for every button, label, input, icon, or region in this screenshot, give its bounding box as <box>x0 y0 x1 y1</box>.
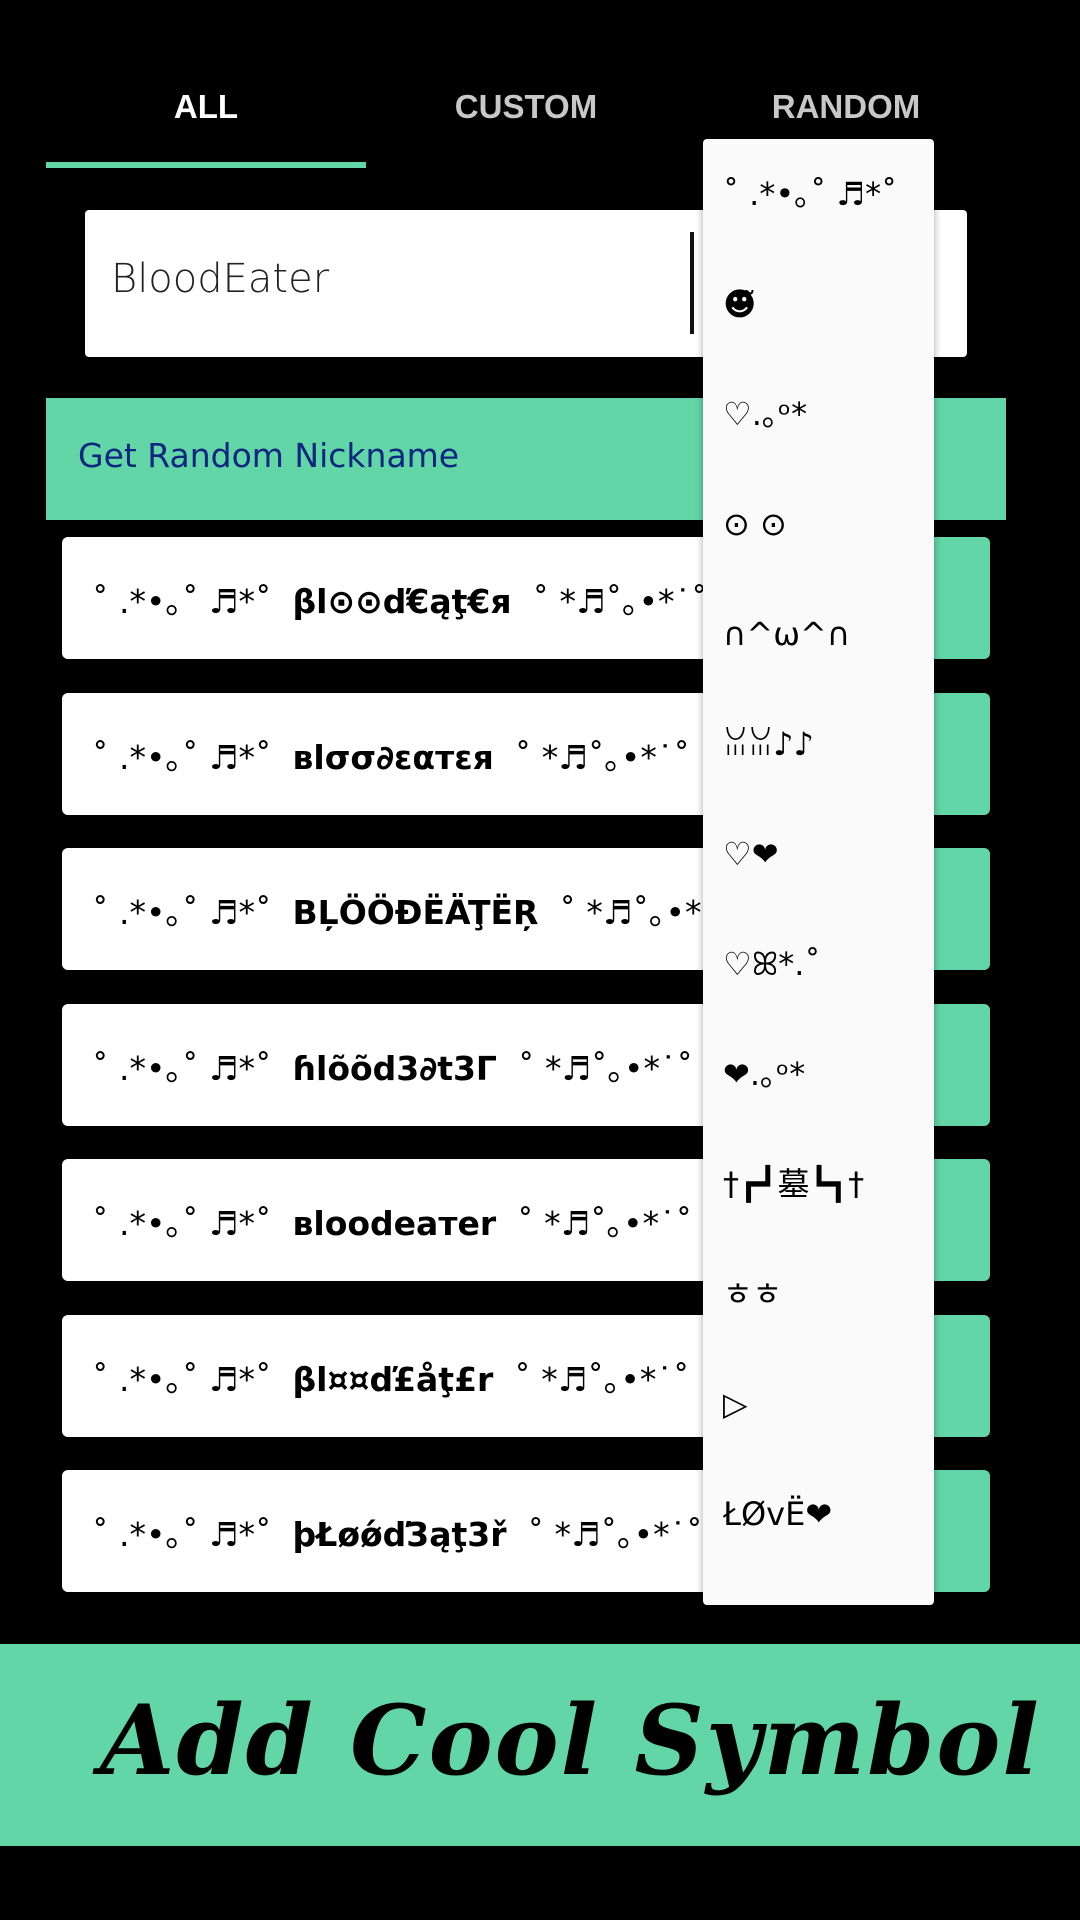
banner-text: Add Cool Symbol <box>100 1684 1041 1797</box>
nickname-text: ˚ .*•｡˚ ♬*˚ ɦlõõd3∂t3Γ ˚ *♬˚｡•*˙˚ <box>92 1042 693 1090</box>
nickname-suffix: ˚ *♬˚｡•*˙˚ <box>517 1048 693 1088</box>
nickname-prefix: ˚ .*•｡˚ ♬*˚ <box>92 1359 272 1399</box>
text-cursor <box>690 232 694 334</box>
tab-custom[interactable]: CUSTOM <box>366 88 686 126</box>
nickname-text: ˚ .*•｡˚ ♬*˚ вlσσ∂εαтεя ˚ *♬˚｡•*˙˚ <box>92 731 690 779</box>
symbol-option[interactable]: ▷ <box>723 1354 748 1454</box>
nickname-name: ɦlõõd3∂t3Γ <box>292 1048 497 1088</box>
nickname-suffix: ˚ *♬˚｡•*˙˚ <box>527 1515 703 1554</box>
nickname-name: вloodeaтer <box>292 1204 497 1243</box>
nickname-name: вlσσ∂εαтεя <box>292 737 494 777</box>
nickname-name: βl¤¤ď£åţ£r <box>292 1359 494 1399</box>
nickname-prefix: ˚ .*•｡˚ ♬*˚ <box>92 1048 272 1088</box>
nickname-name: βl⊙⊙ď€ąţ€я <box>292 582 512 621</box>
symbol-option[interactable]: ♡❤ <box>723 804 779 904</box>
nickname-suffix: ˚ *♬˚｡•*˙˚ <box>514 1359 690 1399</box>
symbol-option[interactable]: ♡.｡ᵒ* <box>723 364 807 464</box>
symbol-option[interactable]: ❤.｡ᵒ* <box>723 1024 805 1124</box>
nickname-text: ˚ .*•｡˚ ♬*˚ βl¤¤ď£åţ£r ˚ *♬˚｡•*˙˚ <box>92 1353 689 1401</box>
nickname-prefix: ˚ .*•｡˚ ♬*˚ <box>92 1515 272 1554</box>
symbol-option[interactable]: ꈍꈍ♪♪ <box>723 694 814 794</box>
nickname-suffix: ˚ *♬˚｡•*˙˚ <box>532 582 708 621</box>
nickname-text: ˚ .*•｡˚ ♬*˚ BĻÖÖĐËÄŢËŖ ˚ *♬˚｡•*˙˚ <box>92 886 734 934</box>
get-random-nickname-label: Get Random Nickname <box>78 436 460 475</box>
promo-banner: Add Cool Symbol <box>0 1644 1080 1846</box>
symbol-option[interactable]: ♡ꕤ*.˚ <box>723 914 820 1014</box>
nickname-prefix: ˚ .*•｡˚ ♬*˚ <box>92 1204 272 1243</box>
nickname-text: ˚ .*•｡˚ ♬*˚ вloodeaтer ˚ *♬˚｡•*˙˚ <box>92 1197 692 1245</box>
nickname-suffix: ˚ *♬˚｡•*˙˚ <box>517 1204 693 1243</box>
symbol-option[interactable]: ∩^ω^∩ <box>723 584 850 684</box>
tab-random[interactable]: RANDOM <box>686 88 1006 126</box>
nickname-name: BĻÖÖĐËÄŢËŖ <box>292 893 539 932</box>
symbol-option[interactable]: ㅎㅎ <box>723 1244 782 1344</box>
nickname-text: ˚ .*•｡˚ ♬*˚ þŁøǿď3ąţ3ř ˚ *♬˚｡•*˙˚ <box>92 1508 703 1556</box>
nickname-prefix: ˚ .*•｡˚ ♬*˚ <box>92 893 272 932</box>
nickname-name: þŁøǿď3ąţ3ř <box>292 1515 507 1554</box>
nickname-prefix: ˚ .*•｡˚ ♬*˚ <box>92 737 272 777</box>
nickname-prefix: ˚ .*•｡˚ ♬*˚ <box>92 582 272 621</box>
nickname-input-value: BloodEater <box>111 256 330 302</box>
tab-all[interactable]: ALL <box>46 88 366 126</box>
symbol-option[interactable]: ˚ .*•｡˚ ♬*˚ <box>723 144 897 244</box>
tab-indicator <box>46 162 366 168</box>
symbol-option[interactable]: ⊙ ⊙ <box>723 474 787 574</box>
nickname-suffix: ˚ *♬˚｡•*˙˚ <box>514 737 690 777</box>
symbol-option[interactable]: ŁØvË❤ <box>723 1464 832 1564</box>
symbol-option[interactable]: ☻̃ <box>723 254 756 354</box>
nickname-text: ˚ .*•｡˚ ♬*˚ βl⊙⊙ď€ąţ€я ˚ *♬˚｡•*˙˚ <box>92 575 708 623</box>
symbol-option[interactable]: †┏┛墓┗┓† <box>723 1134 864 1234</box>
symbol-dropdown[interactable]: ˚ .*•｡˚ ♬*˚ ☻̃ ♡.｡ᵒ* ⊙ ⊙ ∩^ω^∩ ꈍꈍ♪♪ ♡❤ ♡ꕤ*.˚ ❤.｡… <box>703 139 934 1605</box>
